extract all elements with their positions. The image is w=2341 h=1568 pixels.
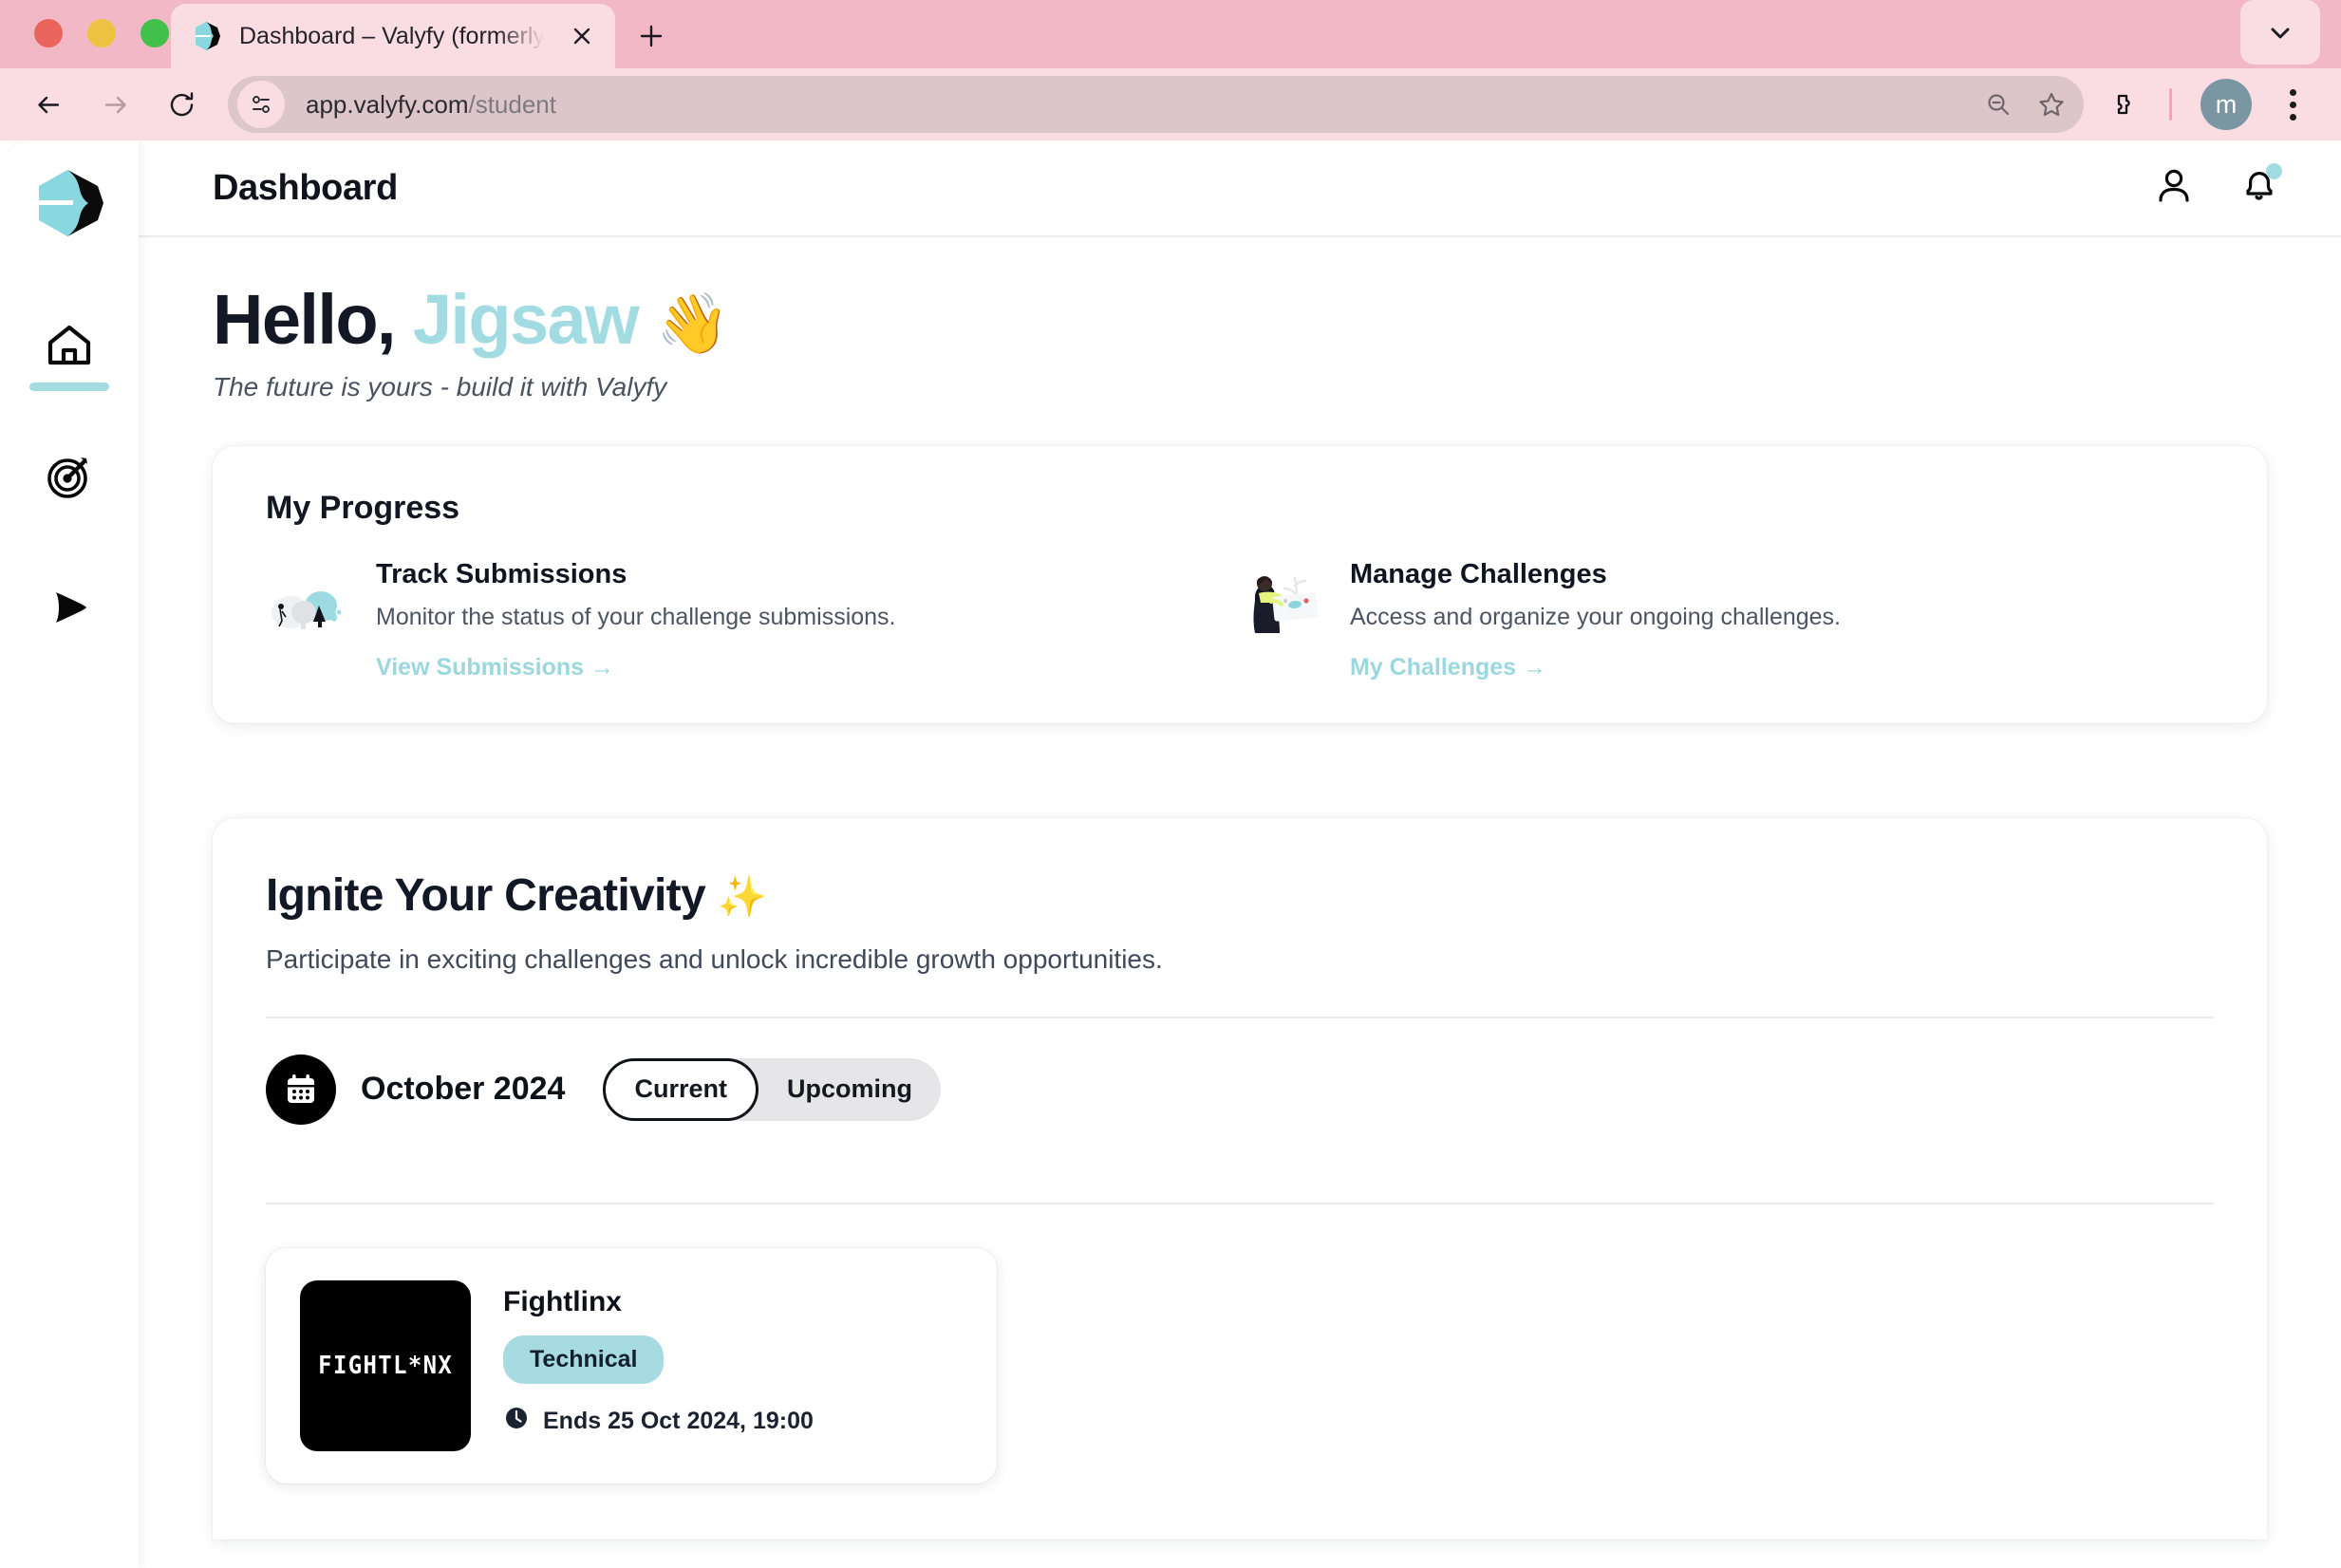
progress-item-description: Monitor the status of your challenge sub… (376, 603, 896, 630)
wave-emoji: 👋 (656, 291, 729, 357)
maximize-window-button[interactable] (140, 19, 169, 47)
person-with-board-illustration (1240, 563, 1327, 644)
reload-icon[interactable] (152, 75, 211, 134)
home-icon (43, 319, 96, 377)
main-content: Dashboard Hello, Jigsaw 👋 The future is … (139, 140, 2341, 1568)
clock-icon (503, 1405, 530, 1438)
minimize-window-button[interactable] (87, 19, 116, 47)
challenge-title: Fightlinx (503, 1285, 622, 1317)
fightlinx-logo-thumbnail: FIGHTL*NX (300, 1279, 471, 1451)
progress-item-title: Track Submissions (376, 558, 627, 589)
url-path: /student (468, 89, 556, 119)
site-settings-icon[interactable] (237, 81, 285, 128)
back-arrow-icon[interactable] (19, 75, 78, 134)
kebab-menu-icon[interactable] (2269, 79, 2316, 130)
target-icon (43, 450, 96, 508)
challenge-card-fightlinx[interactable]: FIGHTL*NX Fightlinx Technical Ends 25 Oc… (266, 1247, 997, 1484)
month-filter-row: October 2024 Current Upcoming (266, 1018, 2214, 1161)
ignite-title: Ignite Your Creativity ✨ (266, 869, 2214, 922)
url-text[interactable]: app.valyfy.com/student (289, 90, 1970, 120)
star-icon[interactable] (2027, 80, 2076, 129)
calendar-icon (266, 1054, 336, 1125)
valyfy-logo[interactable] (31, 165, 107, 241)
notifications-button[interactable] (2223, 152, 2295, 224)
ignite-title-text: Ignite Your Creativity (266, 869, 706, 921)
progress-item-title: Manage Challenges (1350, 558, 1607, 589)
my-progress-card: My Progress Track Submissions Monitor th… (213, 445, 2267, 723)
filter-option-upcoming[interactable]: Upcoming (758, 1058, 941, 1121)
scroll-area[interactable]: Hello, Jigsaw 👋 The future is yours - bu… (139, 237, 2341, 1568)
greeting-tagline: The future is yours - build it with Valy… (213, 371, 667, 401)
greeting-username: Jigsaw (412, 280, 640, 359)
page-title: Dashboard (213, 167, 398, 208)
forward-arrow-icon[interactable] (85, 75, 144, 134)
progress-item-description: Access and organize your ongoing challen… (1350, 603, 1842, 630)
challenge-filter-toggle: Current Upcoming (603, 1057, 941, 1121)
ignite-your-creativity-card: Ignite Your Creativity ✨ Participate in … (213, 817, 2267, 1540)
url-host: app.valyfy.com (306, 89, 469, 119)
tab-strip: Dashboard – Valyfy (formerly (0, 0, 2341, 68)
valyfy-favicon (192, 20, 224, 52)
new-tab-button[interactable] (627, 11, 676, 61)
zoom-out-icon[interactable] (1974, 80, 2023, 129)
browser-toolbar: app.valyfy.com/student m (0, 68, 2341, 140)
thumbnail-logo-text: FIGHTL*NX (317, 1351, 454, 1380)
toolbar-separator (2169, 88, 2172, 121)
puzzle-icon[interactable] (2097, 78, 2150, 131)
challenge-deadline-text: Ends 25 Oct 2024, 19:00 (543, 1407, 814, 1434)
filter-option-current[interactable]: Current (603, 1057, 758, 1121)
sidebar-active-indicator (29, 383, 109, 391)
app-header: Dashboard (139, 140, 2341, 237)
greeting-heading: Hello, Jigsaw 👋 (213, 283, 2341, 357)
sparkles-emoji: ✨ (717, 873, 767, 919)
sidebar-item-home[interactable] (24, 298, 115, 397)
sidebar-item-challenges[interactable] (24, 429, 115, 528)
challenge-deadline: Ends 25 Oct 2024, 19:00 (503, 1405, 814, 1438)
notification-badge-dot (2266, 163, 2282, 179)
browser-tab[interactable]: Dashboard – Valyfy (formerly (171, 4, 615, 68)
my-progress-title: My Progress (266, 489, 460, 526)
progress-item-manage-challenges: Manage Challenges Access and organize yo… (1240, 559, 2214, 681)
tab-title: Dashboard – Valyfy (formerly (239, 22, 545, 49)
greeting-hello: Hello, (213, 280, 396, 359)
user-icon (2152, 164, 2196, 213)
browser-window: Dashboard – Valyfy (formerly app.valyfy.… (0, 0, 2341, 1568)
profile-button[interactable] (2138, 152, 2210, 224)
progress-item-track-submissions: Track Submissions Monitor the status of … (266, 559, 1240, 681)
sidebar-item-submissions[interactable] (24, 560, 115, 659)
person-with-trees-illustration (266, 563, 353, 644)
profile-avatar[interactable]: m (2201, 79, 2252, 130)
window-controls (34, 19, 169, 47)
play-arrow-icon (43, 581, 96, 639)
page-viewport: Dashboard Hello, Jigsaw 👋 The future is … (0, 140, 2341, 1568)
view-submissions-link[interactable]: View Submissions → (376, 654, 614, 681)
tab-list-chevron-down-icon[interactable] (2240, 0, 2320, 65)
ignite-subtitle: Participate in exciting challenges and u… (266, 943, 1163, 974)
close-window-button[interactable] (34, 19, 63, 47)
month-label: October 2024 (361, 1071, 566, 1108)
sidebar (0, 140, 139, 1568)
close-tab-button[interactable] (562, 16, 602, 56)
my-challenges-link[interactable]: My Challenges → (1350, 654, 1546, 681)
address-bar[interactable]: app.valyfy.com/student (228, 76, 2084, 133)
challenge-tag-badge: Technical (503, 1335, 665, 1384)
greeting-block: Hello, Jigsaw 👋 The future is yours - bu… (139, 237, 2341, 402)
